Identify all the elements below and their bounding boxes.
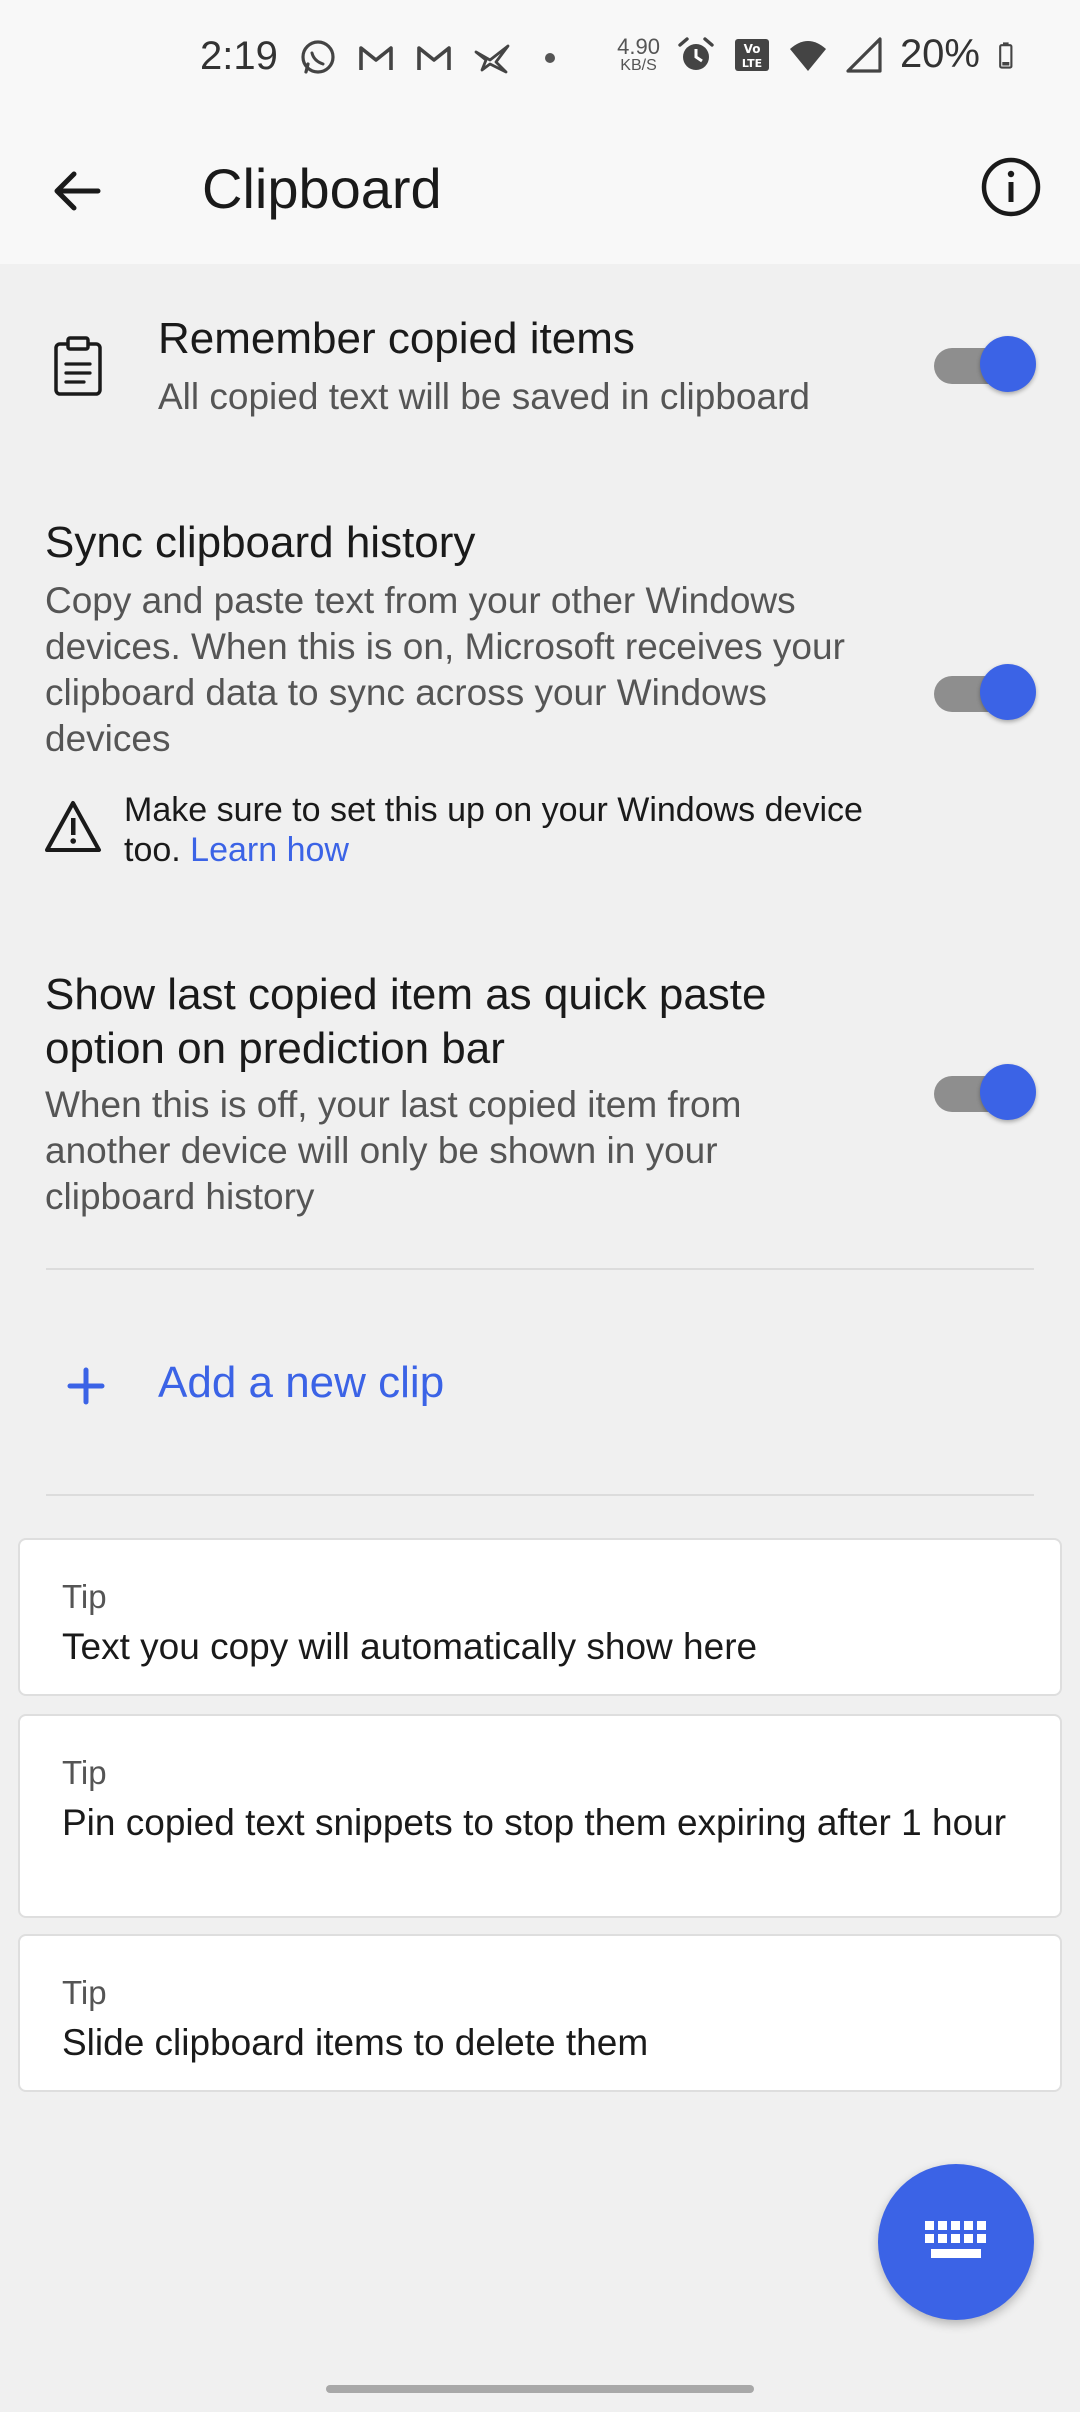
- sync-history-toggle[interactable]: [934, 664, 1036, 724]
- notification-icons: [298, 38, 570, 78]
- toggle-thumb: [980, 664, 1036, 720]
- plus-icon: [67, 1367, 105, 1405]
- toggle-thumb: [980, 336, 1036, 392]
- warning-icon: [45, 801, 101, 852]
- arrow-left-icon[interactable]: [44, 158, 110, 224]
- tip-card[interactable]: Tip Slide clipboard items to delete them: [18, 1934, 1062, 2092]
- learn-how-link[interactable]: Learn how: [190, 831, 349, 869]
- tip-text: Pin copied text snippets to stop them ex…: [62, 1802, 1007, 1843]
- clipboard-icon: [54, 336, 102, 396]
- status-time: 2:19: [200, 34, 278, 78]
- app-bar: Clipboard: [0, 120, 1080, 264]
- quick-paste-title: Show last copied item as quick paste opt…: [45, 970, 767, 1073]
- tip-label: Tip: [62, 1754, 107, 1791]
- svg-text:Vo: Vo: [744, 42, 761, 56]
- whatsapp-icon: [301, 40, 335, 74]
- system-icons: 4.90 KB/S Vo LTE 20%: [617, 32, 1024, 77]
- quick-paste-description: When this is off, your last copied item …: [45, 1084, 742, 1217]
- alarm-icon: [678, 36, 714, 70]
- clipboard-settings-screen: 2:19 4.90 KB/S Vo LTE 20% Clipboard Reme…: [0, 0, 1080, 2412]
- gmail-icon: [417, 46, 451, 70]
- sync-warning-text: Make sure to set this up on your Windows…: [124, 790, 884, 870]
- bird-app-icon: [474, 44, 510, 74]
- remember-items-toggle[interactable]: [934, 336, 1036, 396]
- home-indicator[interactable]: [326, 2385, 754, 2393]
- status-bar: 2:19 4.90 KB/S Vo LTE 20%: [0, 0, 1080, 120]
- page-title: Clipboard: [202, 157, 442, 220]
- signal-icon: [846, 36, 882, 73]
- dot-icon: [545, 53, 555, 63]
- gmail-icon: [359, 46, 393, 70]
- tip-card[interactable]: Tip Pin copied text snippets to stop the…: [18, 1714, 1062, 1918]
- sync-history-title: Sync clipboard history: [45, 518, 476, 567]
- network-speed: 4.90 KB/S: [617, 33, 660, 74]
- wifi-icon: [789, 40, 826, 71]
- tip-text: Text you copy will automatically show he…: [62, 1626, 758, 1667]
- keyboard-icon: [925, 2221, 986, 2258]
- battery-percent: 20%: [899, 32, 980, 76]
- tip-card[interactable]: Tip Text you copy will automatically sho…: [18, 1538, 1062, 1696]
- remember-items-title: Remember copied items: [158, 314, 635, 363]
- sync-history-description: Copy and paste text from your other Wind…: [45, 580, 845, 759]
- keyboard-fab-button[interactable]: [878, 2164, 1034, 2320]
- svg-text:LTE: LTE: [742, 57, 762, 70]
- add-new-clip-label: Add a new clip: [158, 1358, 445, 1407]
- tip-label: Tip: [62, 1974, 107, 2011]
- tip-text: Slide clipboard items to delete them: [62, 2022, 649, 2063]
- quick-paste-toggle[interactable]: [934, 1064, 1036, 1124]
- battery-icon: [999, 41, 1013, 69]
- toggle-thumb: [980, 1064, 1036, 1120]
- divider: [46, 1268, 1034, 1270]
- remember-items-description: All copied text will be saved in clipboa…: [158, 376, 810, 417]
- tip-label: Tip: [62, 1578, 107, 1615]
- info-circle-icon[interactable]: [978, 154, 1044, 220]
- add-new-clip-button[interactable]: Add a new clip: [46, 1336, 546, 1436]
- volte-icon: Vo LTE: [734, 38, 769, 71]
- divider: [46, 1494, 1034, 1496]
